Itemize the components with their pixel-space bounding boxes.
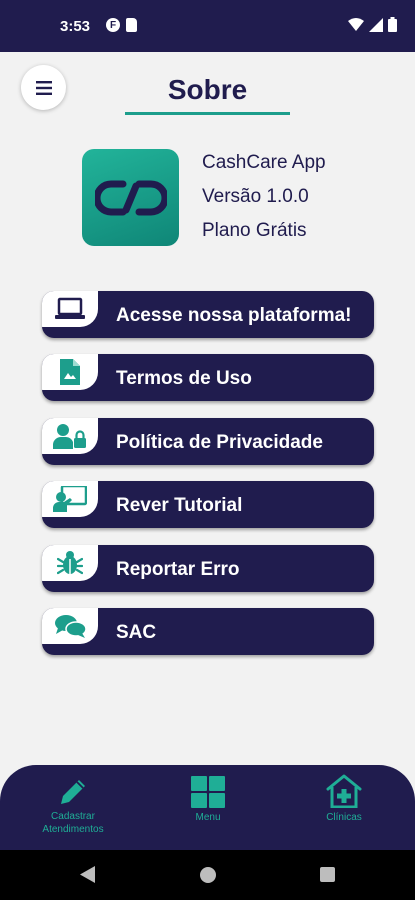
nav-cadastrar-label-2: Atendimentos — [42, 824, 104, 835]
nav-menu[interactable]: Menu — [178, 776, 238, 824]
bug-icon — [57, 551, 83, 575]
status-bar: 3:53 F — [0, 0, 415, 52]
notification-icons: F — [106, 18, 137, 32]
sac-label: SAC — [116, 622, 157, 643]
privacy-label: Política de Privacidade — [116, 432, 323, 453]
privacy-button[interactable]: Política de Privacidade — [42, 418, 374, 465]
tutorial-button[interactable]: Rever Tutorial — [42, 481, 374, 528]
app-info: CashCare App Versão 1.0.0 Plano Grátis — [202, 151, 326, 253]
chat-icon — [55, 615, 86, 638]
status-time: 3:53 — [60, 18, 91, 35]
system-status-icons — [348, 17, 397, 32]
recent-apps-icon[interactable] — [320, 867, 335, 882]
pencil-icon — [61, 780, 85, 804]
hospital-icon — [326, 774, 362, 808]
home-icon[interactable] — [200, 867, 216, 883]
tutorial-label: Rever Tutorial — [116, 495, 243, 516]
report-bug-label: Reportar Erro — [116, 559, 240, 580]
title-underline — [125, 112, 290, 115]
nav-menu-label: Menu — [195, 812, 221, 823]
presentation-icon — [53, 486, 87, 512]
user-lock-icon — [53, 424, 86, 449]
battery-icon — [388, 17, 397, 32]
system-navigation-bar — [0, 850, 415, 900]
report-bug-button[interactable]: Reportar Erro — [42, 545, 374, 592]
app-plan: Plano Grátis — [202, 220, 307, 241]
grid-icon — [191, 776, 225, 808]
nav-clinicas-label: Clínicas — [326, 812, 362, 823]
platform-button[interactable]: Acesse nossa plataforma! — [42, 291, 374, 338]
laptop-icon — [55, 297, 85, 319]
app-version: Versão 1.0.0 — [202, 186, 309, 207]
nav-cadastrar-atendimentos[interactable]: Cadastrar Atendimentos — [28, 777, 118, 836]
page-title: Sobre — [167, 74, 248, 105]
app-logo — [82, 149, 179, 246]
terms-label: Termos de Uso — [116, 368, 252, 389]
app-name: CashCare App — [202, 152, 326, 173]
sac-button[interactable]: SAC — [42, 608, 374, 655]
nav-cadastrar-label-1: Cadastrar — [51, 811, 95, 822]
nav-clinicas[interactable]: Clínicas — [314, 774, 374, 824]
link-icon — [94, 180, 167, 215]
wifi-icon — [348, 17, 364, 31]
back-icon[interactable] — [80, 866, 95, 883]
document-icon — [60, 359, 80, 385]
platform-label: Acesse nossa plataforma! — [116, 305, 352, 326]
terms-button[interactable]: Termos de Uso — [42, 354, 374, 401]
signal-icon — [369, 17, 383, 32]
hamburger-icon — [35, 80, 52, 95]
notification-badge-icon: F — [106, 18, 120, 32]
menu-button[interactable] — [21, 65, 66, 110]
bottom-navigation: Cadastrar Atendimentos Menu Clínicas — [0, 765, 415, 850]
sd-card-icon — [126, 18, 137, 32]
